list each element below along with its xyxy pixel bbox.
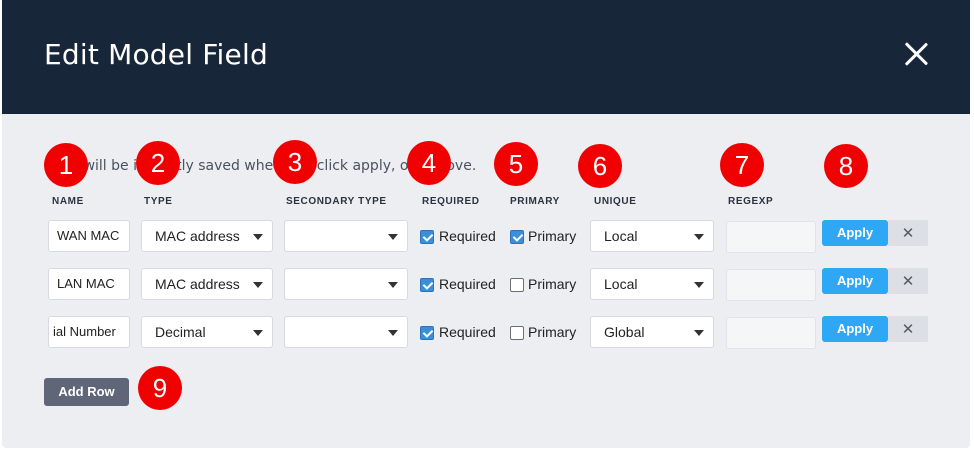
column-header-name: NAME bbox=[52, 196, 84, 207]
annotation-badge-2: 2 bbox=[136, 141, 180, 185]
secondary-type-select[interactable] bbox=[284, 268, 408, 300]
remove-row-button[interactable]: ✕ bbox=[888, 316, 928, 342]
close-icon[interactable] bbox=[900, 38, 932, 70]
annotation-badge-8: 8 bbox=[824, 144, 868, 188]
required-checkbox[interactable] bbox=[420, 230, 434, 244]
remove-row-button[interactable]: ✕ bbox=[888, 220, 928, 246]
primary-label: Primary bbox=[528, 324, 577, 340]
type-select[interactable]: MAC address bbox=[141, 268, 273, 300]
chevron-down-icon bbox=[388, 234, 398, 240]
field-row: LAN MAC MAC address Required Primary Loc… bbox=[2, 268, 970, 302]
regexp-input[interactable] bbox=[726, 269, 816, 301]
column-header-required: REQUIRED bbox=[422, 196, 480, 207]
unique-select[interactable]: Local bbox=[590, 268, 714, 300]
chevron-down-icon bbox=[253, 282, 263, 288]
column-header-type: TYPE bbox=[144, 196, 173, 207]
primary-checkbox[interactable] bbox=[510, 326, 524, 340]
regexp-input[interactable] bbox=[726, 221, 816, 253]
unique-select-value: Local bbox=[604, 228, 638, 244]
type-select[interactable]: Decimal bbox=[141, 316, 273, 348]
chevron-down-icon bbox=[694, 282, 704, 288]
field-name-input[interactable]: WAN MAC bbox=[48, 220, 130, 252]
remove-row-button[interactable]: ✕ bbox=[888, 268, 928, 294]
edit-model-field-modal: Edit Model Field Row will be instantly s… bbox=[2, 0, 970, 448]
chevron-down-icon bbox=[388, 282, 398, 288]
chevron-down-icon bbox=[253, 330, 263, 336]
annotation-badge-1: 1 bbox=[44, 143, 88, 187]
primary-checkbox[interactable] bbox=[510, 230, 524, 244]
required-label: Required bbox=[439, 228, 496, 244]
primary-label: Primary bbox=[528, 276, 577, 292]
type-select[interactable]: MAC address bbox=[141, 220, 273, 252]
add-row-button[interactable]: Add Row bbox=[44, 378, 129, 406]
chevron-down-icon bbox=[253, 234, 263, 240]
type-select-value: MAC address bbox=[155, 228, 240, 244]
field-row: WAN MAC MAC address Required Primary Loc… bbox=[2, 220, 970, 254]
primary-checkbox[interactable] bbox=[510, 278, 524, 292]
required-checkbox[interactable] bbox=[420, 278, 434, 292]
field-row: ial Number Decimal Required Primary Glob… bbox=[2, 316, 970, 350]
unique-select[interactable]: Global bbox=[590, 316, 714, 348]
type-select-value: Decimal bbox=[155, 324, 206, 340]
column-header-regexp: REGEXP bbox=[728, 196, 774, 207]
apply-button[interactable]: Apply bbox=[822, 220, 888, 246]
field-name-input[interactable]: ial Number bbox=[48, 316, 130, 348]
required-label: Required bbox=[439, 324, 496, 340]
secondary-type-select[interactable] bbox=[284, 220, 408, 252]
column-header-secondary-type: SECONDARY TYPE bbox=[286, 196, 387, 207]
modal-title: Edit Model Field bbox=[44, 38, 268, 71]
regexp-input[interactable] bbox=[726, 317, 816, 349]
annotation-badge-5: 5 bbox=[494, 142, 538, 186]
apply-button[interactable]: Apply bbox=[822, 316, 888, 342]
annotation-badge-9: 9 bbox=[138, 366, 182, 410]
chevron-down-icon bbox=[694, 330, 704, 336]
annotation-badge-4: 4 bbox=[407, 141, 451, 185]
column-header-unique: UNIQUE bbox=[594, 196, 637, 207]
annotation-badge-6: 6 bbox=[578, 144, 622, 188]
secondary-type-select[interactable] bbox=[284, 316, 408, 348]
primary-label: Primary bbox=[528, 228, 577, 244]
type-select-value: MAC address bbox=[155, 276, 240, 292]
field-name-input[interactable]: LAN MAC bbox=[48, 268, 130, 300]
chevron-down-icon bbox=[694, 234, 704, 240]
unique-select[interactable]: Local bbox=[590, 220, 714, 252]
required-checkbox[interactable] bbox=[420, 326, 434, 340]
column-header-primary: PRIMARY bbox=[510, 196, 560, 207]
required-label: Required bbox=[439, 276, 496, 292]
chevron-down-icon bbox=[388, 330, 398, 336]
annotation-badge-3: 3 bbox=[273, 140, 317, 184]
annotation-badge-7: 7 bbox=[720, 143, 764, 187]
modal-header: Edit Model Field bbox=[2, 0, 970, 114]
apply-button[interactable]: Apply bbox=[822, 268, 888, 294]
unique-select-value: Global bbox=[604, 324, 645, 340]
unique-select-value: Local bbox=[604, 276, 638, 292]
